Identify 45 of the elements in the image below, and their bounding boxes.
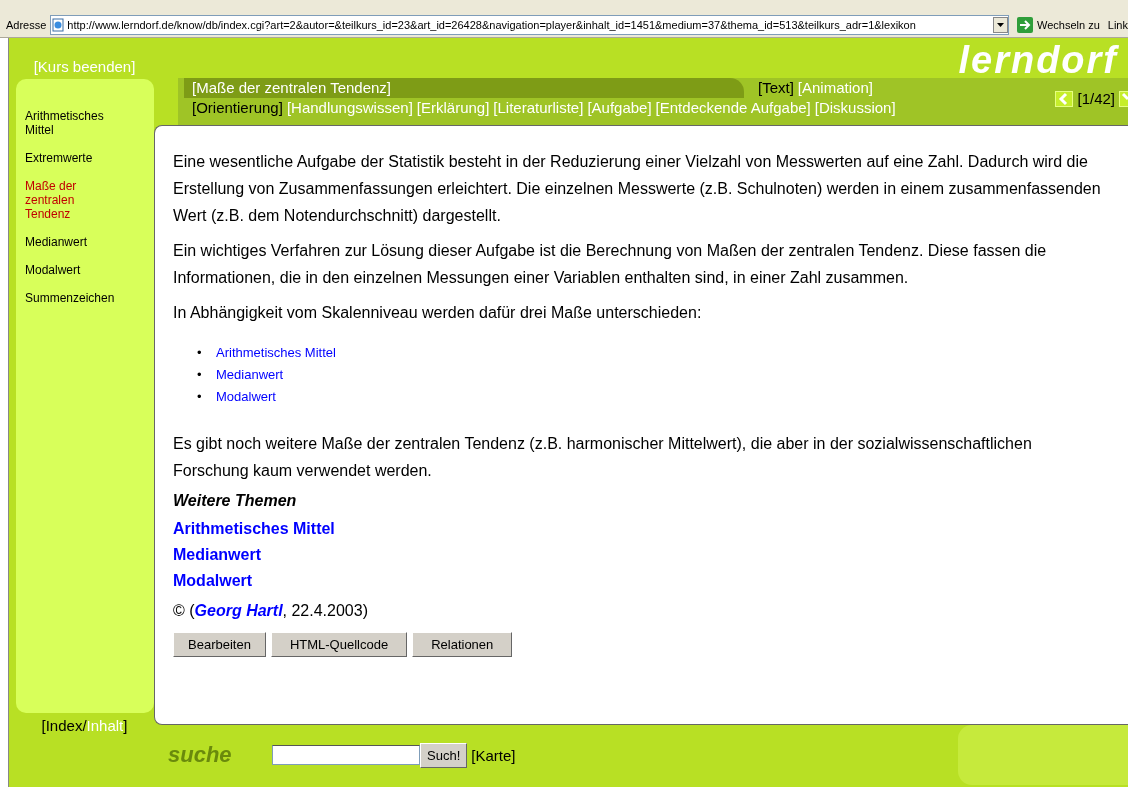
tab[interactable]: [Orientierung]	[192, 99, 283, 116]
page-icon	[51, 17, 66, 32]
map-link[interactable]: [Karte]	[471, 746, 516, 764]
topic-link[interactable]: Arithmetisches Mittel	[216, 345, 336, 360]
search-button[interactable]: Such!	[420, 742, 468, 768]
sidebar-item[interactable]: Arithmetisches Mittel	[25, 109, 120, 137]
url-field[interactable]: http://www.lerndorf.de/know/db/index.cgi?art=2&autor=&teilkurs_id=23&art_id=26428&navigation=player&inhalt_id=1451&medium=37&thema_id=513&teilkurs_adr=1&lexikon	[50, 14, 1010, 35]
action-button[interactable]: HTML-Quellcode	[270, 632, 408, 657]
bullet: •	[197, 366, 203, 384]
paragraph: In Abhängigkeit vom Skalenniveau werden dafür drei Maße unterschieden:	[173, 303, 703, 323]
page-counter: [1/42]	[1077, 90, 1115, 107]
paragraph: Es gibt noch weitere Maße der zentralen Tendenz (z.B. harmonischer Mittelwert), die aber in der sozialwissenschaftlichen Forschung kaum verwendet werden.	[173, 434, 1033, 481]
paragraph: Ein wichtiges Verfahren zur Lösung dieser Aufgabe ist die Berechnung von Maßen der zentralen Tendenz. Diese fassen die Informationen, die in den einzelnen Messungen einer Variablen enthalten sind, in einer Zahl zusammen.	[173, 241, 1048, 288]
arrow-icon	[1017, 16, 1034, 33]
sidebar-item[interactable]: Medianwert	[25, 235, 120, 249]
links-label[interactable]: Link	[1107, 18, 1128, 31]
bullet: •	[197, 344, 203, 362]
logo: lerndorf	[958, 40, 1118, 80]
sidebar-item[interactable]: Summenzeichen	[25, 291, 120, 305]
topic-link[interactable]: Medianwert	[216, 367, 284, 382]
address-label: Adresse	[6, 18, 47, 31]
topic-title: [Maße der zentralen Tendenz]	[192, 79, 391, 96]
separator: /	[82, 717, 87, 734]
sidebar-item[interactable]: Modalwert	[25, 263, 120, 277]
author-link[interactable]: Georg Hartl	[194, 602, 283, 619]
topic-link[interactable]: Modalwert	[173, 568, 1108, 594]
paragraph: Eine wesentliche Aufgabe der Statistik besteht in der Reduzierung einer Vielzahl von Messwerten auf eine Zahl. Dadurch wird die Erstellung von Zusammenfassungen erleichtert. Die einzelnen Messwerte (z.B. Schulnoten) werden in einem zusammenfassenden Wert (z.B. dem Notendurchschnitt) dargestellt.	[173, 152, 1102, 226]
bullet: •	[197, 388, 203, 406]
search-logo: suche	[168, 742, 233, 768]
action-button[interactable]: Bearbeiten	[173, 632, 266, 657]
dropdown-button[interactable]	[993, 16, 1009, 33]
sidebar-item[interactable]: Extremwerte	[25, 151, 120, 165]
action-button[interactable]: Relationen	[412, 632, 513, 657]
nav-link[interactable]: Index	[45, 717, 83, 734]
section-heading: Weitere Themen	[173, 492, 298, 510]
credit-text: © (Georg Hartl, 22.4.2003)	[173, 601, 369, 621]
topic-link[interactable]: Medianwert	[173, 542, 1108, 568]
search-field[interactable]	[272, 745, 420, 765]
go-button[interactable]: Wechseln zu	[1013, 16, 1104, 33]
tab[interactable]: [Text]	[758, 79, 794, 96]
topic-link[interactable]: Modalwert	[216, 389, 276, 404]
bracket: [	[41, 717, 46, 734]
sidebar-item[interactable]: Maße der zentralen Tendenz	[25, 179, 120, 221]
bracket: ]	[123, 717, 128, 734]
topic-link[interactable]: Arithmetisches Mittel	[173, 516, 1108, 542]
